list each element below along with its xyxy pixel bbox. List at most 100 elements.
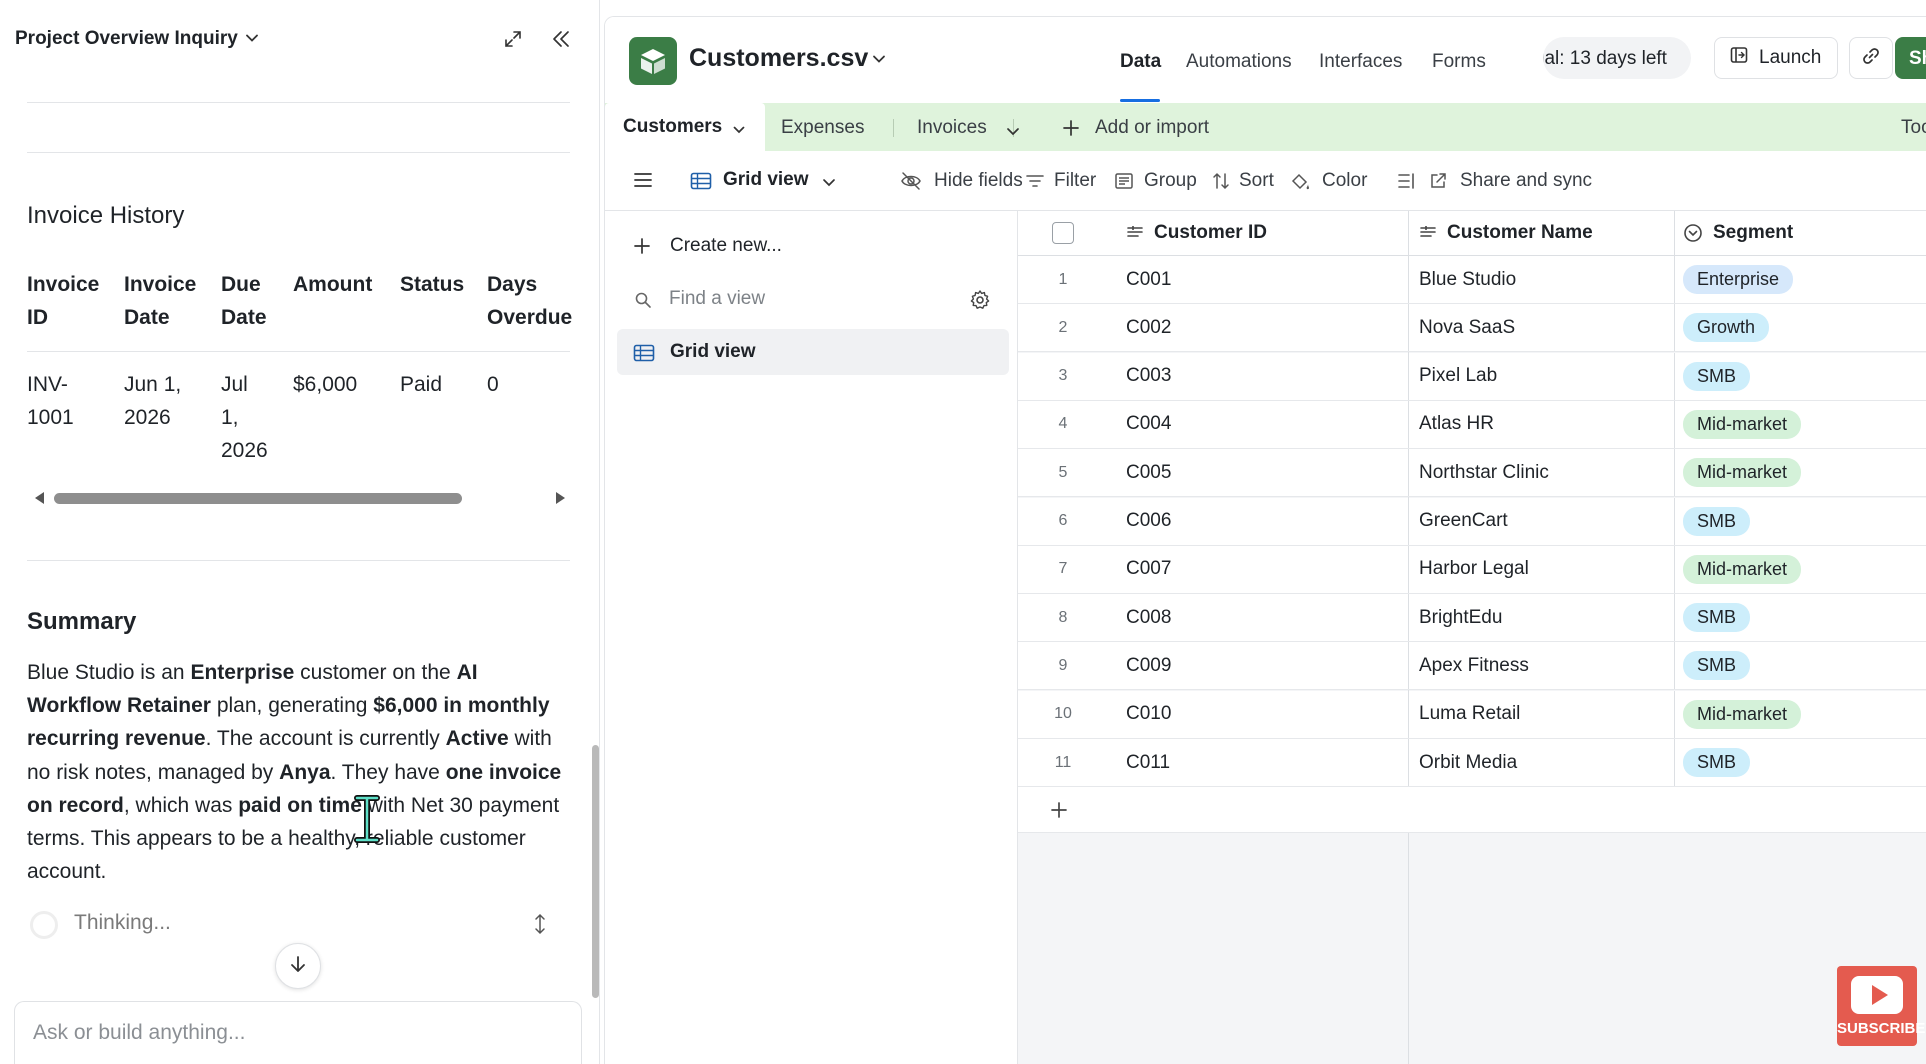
gear-icon[interactable] [969,289,991,316]
cell-customer-name[interactable]: Apex Fitness [1408,642,1674,690]
table-tab-invoices[interactable]: Invoices [917,117,987,139]
expand-icon[interactable] [503,29,523,54]
table-tab-expenses[interactable]: Expenses [781,117,864,139]
current-view-name[interactable]: Grid view [723,169,809,191]
column-header-segment[interactable]: Segment [1674,211,1926,255]
base-logo-icon[interactable] [629,37,677,85]
tools-button[interactable]: Tools [1901,117,1926,139]
plus-icon[interactable] [1050,801,1068,824]
share-sync-icon[interactable] [1428,171,1448,196]
cell-segment[interactable]: Mid-market [1674,400,1926,448]
cell-segment[interactable]: Mid-market [1674,690,1926,738]
table-row[interactable]: 6 C006 GreenCart SMB [1018,497,1926,546]
group-button[interactable]: Group [1144,170,1197,192]
plus-icon[interactable] [633,237,651,260]
cell-customer-id[interactable]: C001 [1108,256,1408,303]
cell-segment[interactable]: SMB [1674,739,1926,786]
chevron-down-icon[interactable] [871,51,887,72]
add-row[interactable] [1018,787,1926,834]
cell-customer-name[interactable]: Pixel Lab [1408,352,1674,400]
cell-segment[interactable]: Enterprise [1674,256,1926,303]
sort-button[interactable]: Sort [1239,170,1274,192]
cell-customer-name[interactable]: Luma Retail [1408,690,1674,738]
table-row[interactable]: 5 C005 Northstar Clinic Mid-market [1018,449,1926,498]
horizontal-scrollbar[interactable] [35,490,565,506]
filter-button[interactable]: Filter [1054,170,1096,192]
cell-customer-name[interactable]: BrightEdu [1408,594,1674,642]
cell-segment[interactable]: SMB [1674,352,1926,400]
tab-automations[interactable]: Automations [1186,51,1292,73]
table-row[interactable]: 3 C003 Pixel Lab SMB [1018,352,1926,401]
cell-customer-name[interactable]: Blue Studio [1408,256,1674,303]
table-row[interactable]: 11 C011 Orbit Media SMB [1018,739,1926,787]
cell-customer-name[interactable]: GreenCart [1408,497,1674,545]
cell-customer-id[interactable]: C011 [1108,739,1408,786]
base-name[interactable]: Customers.csv [689,44,868,73]
cell-segment[interactable]: Growth [1674,304,1926,352]
share-and-sync-button[interactable]: Share and sync [1460,170,1592,192]
chevron-down-icon[interactable] [1005,124,1021,145]
table-row[interactable]: 9 C009 Apex Fitness SMB [1018,642,1926,691]
expand-vertical-icon[interactable] [532,913,548,940]
sort-icon[interactable] [1211,171,1231,196]
tab-data[interactable]: Data [1120,51,1161,73]
select-all-checkbox[interactable] [1052,222,1074,244]
hide-fields-button[interactable]: Hide fields [934,170,1023,192]
table-row[interactable]: 8 C008 BrightEdu SMB [1018,594,1926,643]
table-row[interactable]: 2 C002 Nova SaaS Growth [1018,304,1926,353]
table-row[interactable]: 1 C001 Blue Studio Enterprise [1018,256,1926,304]
copy-link-button[interactable] [1849,37,1893,79]
collapse-panel-icon[interactable] [550,28,572,55]
sidebar-item-grid-view[interactable]: Grid view [617,329,1009,375]
find-view-input[interactable] [665,279,965,319]
cell-segment[interactable]: SMB [1674,642,1926,690]
eye-off-icon[interactable] [900,171,922,196]
color-icon[interactable] [1289,171,1311,196]
chevron-down-icon[interactable] [821,177,837,198]
tab-forms[interactable]: Forms [1432,51,1486,73]
cell-customer-name[interactable]: Nova SaaS [1408,304,1674,352]
create-new-view-button[interactable]: Create new... [670,235,782,257]
cell-segment[interactable]: SMB [1674,594,1926,642]
chevron-down-icon[interactable] [732,123,746,142]
subscribe-badge[interactable]: SUBSCRIBE [1837,966,1925,1046]
cell-segment[interactable]: Mid-market [1674,449,1926,497]
cell-customer-id[interactable]: C002 [1108,304,1408,351]
cell-customer-id[interactable]: C004 [1108,401,1408,448]
plus-icon[interactable] [1062,119,1080,142]
scroll-right-icon[interactable] [556,492,565,504]
cell-customer-id[interactable]: C008 [1108,594,1408,641]
cell-customer-id[interactable]: C005 [1108,449,1408,496]
scrollbar-thumb[interactable] [54,493,462,504]
table-row[interactable]: 10 C010 Luma Retail Mid-market [1018,690,1926,739]
launch-button[interactable]: Launch [1714,37,1838,79]
column-header-customer-id[interactable]: Customer ID [1108,211,1408,255]
cell-customer-id[interactable]: C010 [1108,691,1408,738]
share-button[interactable]: Share [1895,37,1926,79]
group-icon[interactable] [1114,171,1134,196]
filter-icon[interactable] [1025,171,1045,196]
cell-customer-name[interactable]: Orbit Media [1408,739,1674,786]
column-header-customer-name[interactable]: Customer Name [1408,211,1674,255]
chevron-down-icon[interactable] [244,30,260,51]
table-row[interactable]: 4 C004 Atlas HR Mid-market [1018,400,1926,449]
scroll-to-bottom-button[interactable] [275,943,321,989]
trial-badge[interactable]: Trial: 13 days left [1543,37,1691,79]
cell-segment[interactable]: SMB [1674,497,1926,545]
color-button[interactable]: Color [1322,170,1367,192]
row-height-icon[interactable] [1397,171,1417,196]
scroll-left-icon[interactable] [35,492,44,504]
cell-customer-id[interactable]: C007 [1108,546,1408,593]
cell-customer-name[interactable]: Northstar Clinic [1408,449,1674,497]
tab-interfaces[interactable]: Interfaces [1319,51,1402,73]
cell-customer-name[interactable]: Harbor Legal [1408,545,1674,593]
cell-segment[interactable]: Mid-market [1674,545,1926,593]
cell-customer-id[interactable]: C006 [1108,498,1408,545]
select-all-cell[interactable] [1018,211,1108,255]
cell-customer-name[interactable]: Atlas HR [1408,400,1674,448]
panel-title[interactable]: Project Overview Inquiry [15,28,238,50]
vertical-scrollbar-thumb[interactable] [592,745,599,998]
add-or-import-button[interactable]: Add or import [1095,117,1209,139]
cell-customer-id[interactable]: C003 [1108,353,1408,400]
cell-customer-id[interactable]: C009 [1108,642,1408,689]
